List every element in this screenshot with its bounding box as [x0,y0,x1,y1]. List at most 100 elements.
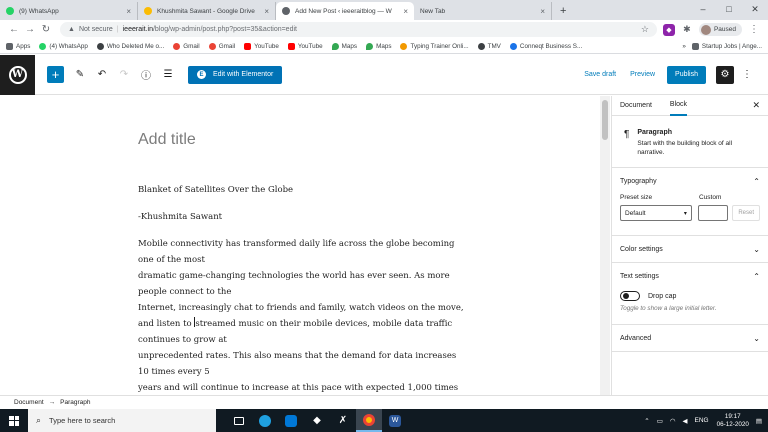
globe-icon [282,7,290,15]
bookmarks-bar: Apps (4) WhatsApp Who Deleted Me o... Gm… [0,39,768,54]
tab-document[interactable]: Document [620,96,652,116]
bookmark-star-icon[interactable]: ☆ [641,24,649,35]
close-tab-icon[interactable]: × [403,7,408,16]
extension-icon[interactable]: ◆ [662,23,675,36]
bookmark-maps[interactable]: Maps [331,42,357,50]
tool-app-icon[interactable]: ✗ [330,409,356,432]
breadcrumb-paragraph[interactable]: Paragraph [60,399,90,406]
browser-tab-new-tab[interactable]: New Tab × [414,2,552,20]
taskbar-search[interactable]: ⌕ Type here to search [28,409,216,432]
puzzle-icon[interactable]: ✱ [680,23,693,36]
close-tab-icon[interactable]: × [540,7,545,16]
more-bookmarks-icon[interactable]: » [682,43,686,50]
close-window-icon[interactable]: ✕ [742,0,768,20]
start-button[interactable] [0,415,28,426]
text-settings-toggle[interactable]: Text settings ⌃ [620,263,760,289]
edit-with-elementor-button[interactable]: E Edit with Elementor [188,65,283,84]
browser-tab-add-new-post[interactable]: Add New Post ‹ ieeeraitblog — W × [276,2,414,20]
chrome-icon[interactable] [356,409,382,432]
breadcrumb-document[interactable]: Document [14,399,44,406]
typography-controls: Default ▾ Reset [620,205,760,235]
bookmark-who-deleted-me[interactable]: Who Deleted Me o... [96,42,164,50]
edge-icon[interactable] [252,409,278,432]
wordpress-logo-button[interactable]: W [0,54,35,95]
forward-icon[interactable]: → [22,24,38,35]
tray-chevron-icon[interactable]: ⌃ [644,417,649,425]
apps-grid-icon [6,42,13,50]
bookmark-youtube[interactable]: YouTube [244,42,279,50]
close-tab-icon[interactable]: × [264,7,269,16]
add-block-button[interactable]: + [47,66,64,83]
editor-scrollbar[interactable] [600,96,610,395]
reset-button[interactable]: Reset [732,205,760,221]
wifi-icon[interactable]: ◠ [670,417,676,425]
browser-tab-whatsapp[interactable]: (9) WhatsApp × [0,2,138,20]
search-icon: ⌕ [36,415,42,425]
dropbox-icon[interactable]: ◆ [304,409,330,432]
close-tab-icon[interactable]: × [126,7,131,16]
more-options-icon[interactable]: ⋮ [742,69,752,80]
color-settings-toggle[interactable]: Color settings ⌄ [620,236,760,262]
scrollbar-thumb[interactable] [602,100,608,140]
clock[interactable]: 19:17 06-12-2020 [717,413,749,429]
chevron-down-icon: ▾ [683,210,687,217]
bookmark-conneqt[interactable]: Conneqt Business S... [509,42,582,50]
text-line: and listen to [138,319,195,329]
preset-size-select[interactable]: Default ▾ [620,205,692,221]
custom-label: Custom [699,194,722,201]
drop-cap-toggle[interactable] [620,291,640,301]
undo-icon[interactable]: ↶ [96,69,108,80]
warning-icon[interactable]: ▲ [68,26,75,33]
typography-toggle[interactable]: Typography ⌃ [620,168,760,194]
volume-icon[interactable]: ◀ [683,417,688,425]
save-draft-button[interactable]: Save draft [584,71,616,78]
publish-button[interactable]: Publish [667,65,706,84]
bookmark-apps[interactable]: Apps [6,42,30,50]
reload-icon[interactable]: ↻ [38,24,54,35]
pencil-icon[interactable]: ✎ [74,69,86,80]
address-bar[interactable]: ▲ Not secure | ieeerait.in /blog/wp-admi… [60,22,657,37]
info-icon[interactable]: ⓘ [140,67,152,82]
preset-size-value: Default [625,209,646,217]
bookmark-gmail[interactable]: Gmail [173,42,200,50]
bookmark-typing-trainer[interactable]: Typing Trainer Onli... [400,42,469,50]
settings-gear-icon[interactable]: ⚙ [716,65,734,84]
paragraph-block-active[interactable]: Mobile connectivity has transformed dail… [138,236,468,395]
store-icon[interactable] [278,409,304,432]
notifications-icon[interactable]: ▤ [756,417,762,425]
paragraph-block[interactable]: -Khushmita Sawant [138,209,468,225]
language-indicator[interactable]: ENG [695,417,709,424]
list-view-icon[interactable]: ☰ [162,69,174,80]
close-icon[interactable]: ✕ [752,100,760,111]
network-icon[interactable]: ▭ [657,417,663,425]
redo-icon[interactable]: ↷ [118,69,130,80]
back-icon[interactable]: ← [6,24,22,35]
bookmark-maps[interactable]: Maps [366,42,391,50]
windows-icon [9,415,19,426]
bookmark-whatsapp[interactable]: (4) WhatsApp [39,42,88,50]
profile-button[interactable]: Paused [698,23,742,36]
text-line: years and will continue to increase at t… [138,383,459,393]
advanced-toggle[interactable]: Advanced ⌄ [620,325,760,351]
bookmark-gmail[interactable]: Gmail [208,42,235,50]
tab-title: (9) WhatsApp [19,7,59,15]
preview-button[interactable]: Preview [630,71,655,78]
bookmark-youtube[interactable]: YouTube [287,42,323,50]
editor-header-actions: Save draft Preview Publish ⚙ ⋮ [570,65,768,84]
post-title-input[interactable]: Add title [138,131,196,149]
maximize-icon[interactable]: □ [716,0,742,20]
custom-size-input[interactable] [697,205,729,221]
site-icon [691,42,699,50]
menu-kebab-icon[interactable]: ⋮ [746,24,762,35]
browser-tab-drive[interactable]: Khushmita Sawant - Google Drive × [138,2,276,20]
block-card: ¶ Paragraph Start with the building bloc… [612,116,768,168]
paragraph-block[interactable]: Blanket of Satellites Over the Globe [138,182,468,198]
bookmark-tmv[interactable]: TMV [477,42,501,50]
word-icon[interactable]: W [382,409,408,432]
new-tab-button[interactable]: + [560,5,566,17]
tab-block[interactable]: Block [669,96,688,116]
minimize-icon[interactable]: – [690,0,716,20]
bookmark-startup-jobs[interactable]: » Startup Jobs | Ange... [682,42,762,50]
settings-sidebar: Document Block ✕ ¶ Paragraph Start with … [611,96,768,395]
task-view-icon[interactable] [226,409,252,432]
